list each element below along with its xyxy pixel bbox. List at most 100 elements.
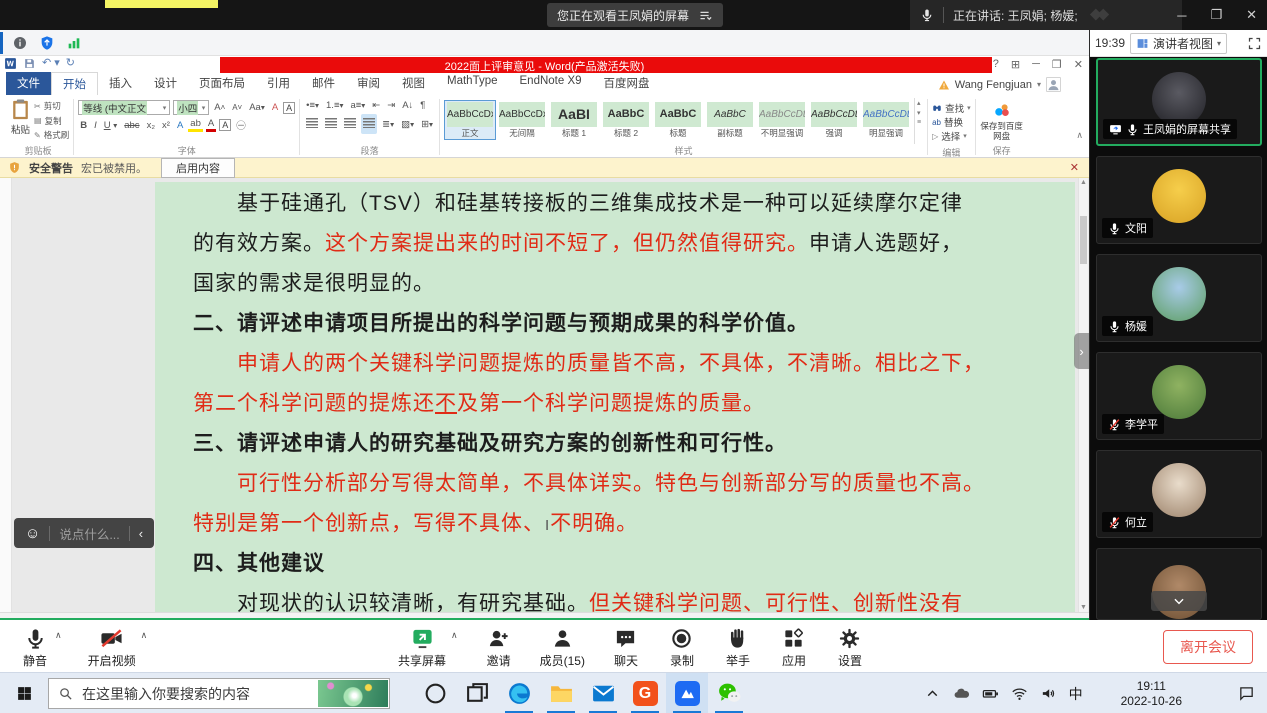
styles-gallery-scroll[interactable]: ▴▾≡ [914,98,923,144]
expand-chevron-icon[interactable]: ∧ [55,630,62,641]
vertical-scrollbar[interactable]: ▲ ▼ [1078,178,1088,612]
redo-button[interactable]: ↻ [66,57,75,70]
restore-button[interactable]: ❐ [1210,7,1222,23]
participant-tile[interactable]: 何立 [1096,450,1262,538]
paragraph-group-label[interactable]: 段落 [304,144,435,157]
change-case-button[interactable]: Aa▾ [247,102,267,113]
ribbon-tab[interactable]: 文件 [6,72,51,95]
superscript-button[interactable]: x² [160,120,172,131]
align-center-button[interactable] [323,114,339,134]
toolbar-members-button[interactable]: 成员(15) [540,626,585,669]
style-item[interactable]: AaBI标题 1 [548,100,600,140]
numbering-button[interactable]: 1.≡▾ [324,100,345,111]
taskbar-task-view[interactable] [456,673,498,713]
ribbon-tab[interactable]: 插入 [98,72,143,95]
action-center-icon[interactable] [1238,685,1255,702]
align-right-button[interactable] [342,114,358,134]
paste-button[interactable]: 粘贴 [7,98,34,144]
style-item[interactable]: AaBbCcDt明显强调 [860,100,912,140]
ribbon-tab[interactable]: EndNote X9 [509,72,593,95]
toolbar-chat-button[interactable]: 聊天 [611,626,641,669]
undo-button[interactable]: ↶ ▾ [42,57,60,70]
decrease-indent-button[interactable]: ⇤ [370,100,382,111]
wifi-icon[interactable] [1011,685,1028,702]
ribbon-tab[interactable]: 设计 [143,72,188,95]
ribbon-tab[interactable]: 百度网盘 [593,72,661,95]
style-item[interactable]: AaBbCcDt不明显强调 [756,100,808,140]
font-size-select[interactable]: 小四▾ [173,100,209,115]
toolbar-settings-button[interactable]: 设置 [835,626,865,669]
clear-format-button[interactable]: A [270,102,280,113]
save-to-baidu-button[interactable]: 保存到百度网盘 [980,98,1024,144]
char-border-button[interactable]: A [283,102,295,114]
style-item[interactable]: AaBbC副标题 [704,100,756,140]
scrollbar-thumb[interactable] [1080,216,1087,264]
chat-collapse-icon[interactable]: ‹ [139,526,143,541]
expand-chevron-icon[interactable]: ∧ [141,630,148,641]
copy-button[interactable]: ▤复制 [34,115,69,127]
ribbon-tab[interactable]: 引用 [256,72,301,95]
sidebar-collapse-handle[interactable]: › [1074,333,1089,369]
ribbon-options-button[interactable]: ⊞ [1011,58,1020,71]
bold-button[interactable]: B [78,120,89,131]
line-spacing-button[interactable]: ≣▾ [380,119,396,130]
chat-quick-input[interactable]: ☺ 说点什么... ‹ [14,518,154,548]
styles-group-label[interactable]: 样式 [444,144,923,157]
style-item[interactable]: AaBbCcDt强调 [808,100,860,140]
taskbar-clock[interactable]: 19:11 2022-10-26 [1121,679,1182,709]
font-group-label[interactable]: 字体 [78,144,295,157]
participant-tile[interactable]: 王凤娟的屏幕共享 [1096,58,1262,146]
toolbar-invite-button[interactable]: 邀请 [484,626,514,669]
expand-chevron-icon[interactable]: ∧ [451,630,458,641]
ribbon-tab[interactable]: 审阅 [346,72,391,95]
ribbon-tab[interactable]: MathType [436,72,509,95]
close-button[interactable]: ✕ [1246,7,1257,23]
account-area[interactable]: Wang Fengjuan ▾ [938,77,1061,92]
strikethrough-button[interactable]: abc [122,120,141,131]
battery-icon[interactable] [982,685,999,702]
scroll-up-arrow[interactable]: ▲ [1079,179,1088,186]
ribbon-tab[interactable]: 页面布局 [188,72,256,95]
ribbon-tab[interactable]: 开始 [51,72,98,95]
save-group-label[interactable]: 保存 [980,144,1024,157]
borders-button[interactable]: ⊞▾ [419,119,435,130]
align-left-button[interactable] [304,114,320,134]
enable-content-button[interactable]: 启用内容 [161,158,235,178]
find-button[interactable]: 查找 ▾ [932,101,971,115]
taskbar-cortana[interactable] [414,673,456,713]
style-item[interactable]: AaBbCcDx正文 [444,100,496,140]
toolbar-camera-off-button[interactable]: 开启视频∧ [88,626,148,669]
participant-tile[interactable]: 杨媛 [1096,254,1262,342]
toolbar-apps-button[interactable]: 应用 [779,626,809,669]
enclose-char-button[interactable]: A [219,119,231,131]
participant-tile[interactable]: 李学平 [1096,352,1262,440]
participant-tile[interactable] [1096,548,1262,620]
chat-placeholder[interactable]: 说点什么... [59,524,119,543]
info-icon[interactable] [12,35,28,51]
banner-menu-icon[interactable] [698,8,713,23]
scroll-down-arrow[interactable]: ▼ [1079,604,1088,611]
bullets-button[interactable]: •≡▾ [304,100,321,111]
leave-meeting-button[interactable]: 离开会议 [1163,630,1253,664]
text-effects-button[interactable]: A [175,120,185,131]
ime-indicator[interactable]: 中 [1069,684,1083,704]
format-painter-button[interactable]: ✎格式刷 [34,129,69,141]
participants-scroll-down-button[interactable] [1151,591,1207,611]
start-button[interactable] [0,673,48,713]
ribbon-tab[interactable]: 邮件 [301,72,346,95]
clipboard-group-label[interactable]: 剪贴板 [7,144,69,157]
subscript-button[interactable]: x₂ [145,120,157,131]
show-marks-button[interactable]: ¶ [418,100,427,111]
document-page[interactable]: 基于硅通孔（TSV）和硅基转接板的三维集成技术是一种可以延续摩尔定律的有效方案。… [155,182,1075,612]
select-button[interactable]: ▷选择 ▾ [932,129,971,143]
collapse-ribbon-button[interactable]: ∧ [1076,130,1083,141]
search-daily-image[interactable] [318,680,388,707]
toolbar-mic-button[interactable]: 静音∧ [20,626,62,669]
taskbar-wechat[interactable] [708,673,750,713]
taskbar-mail[interactable] [582,673,624,713]
emoji-icon[interactable]: ☺ [25,525,40,542]
document-area[interactable]: 基于硅通孔（TSV）和硅基转接板的三维集成技术是一种可以延续摩尔定律的有效方案。… [0,178,1089,612]
word-restore-button[interactable]: ❐ [1052,58,1062,71]
word-logo-icon[interactable] [4,57,17,70]
ribbon-tab[interactable]: 视图 [391,72,436,95]
